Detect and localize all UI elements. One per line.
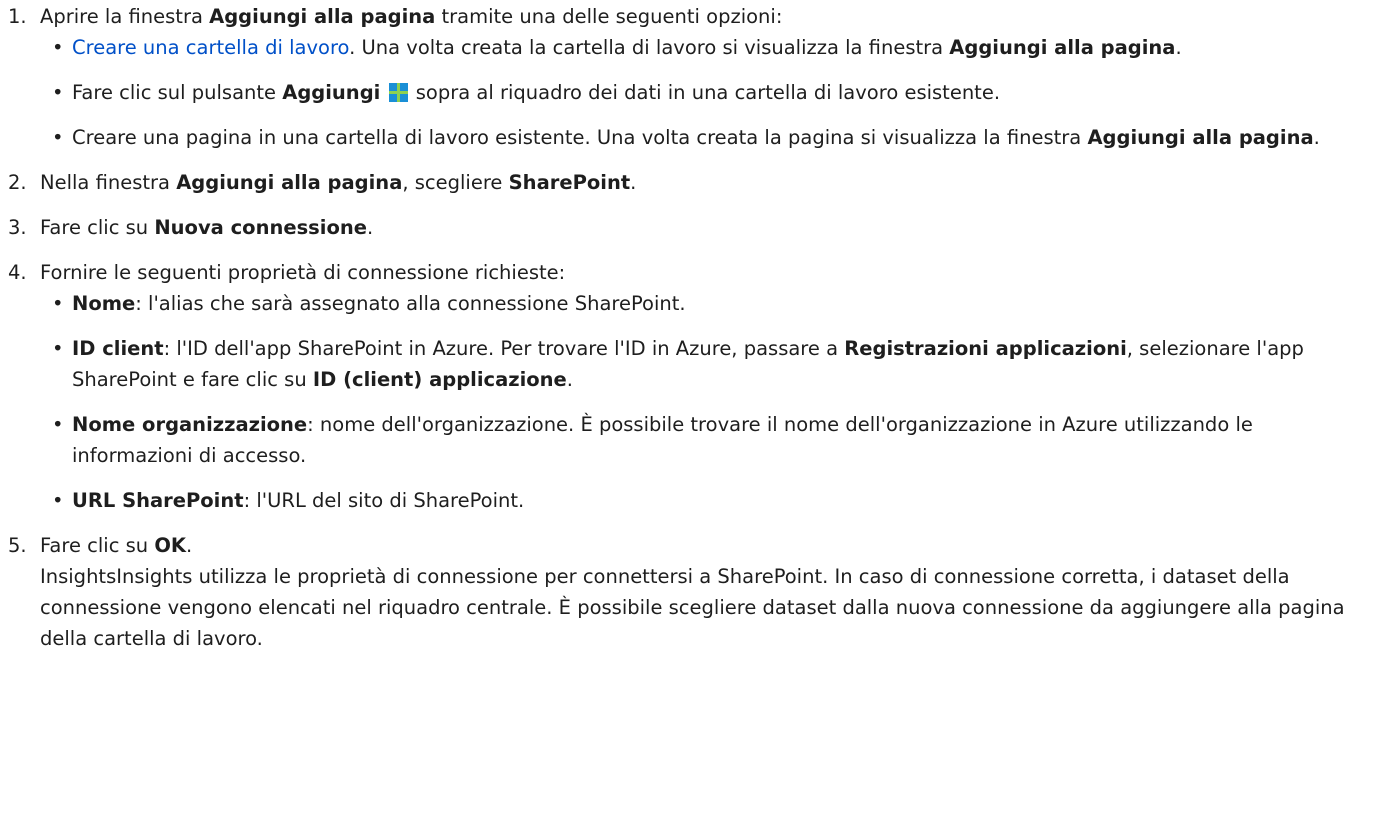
item-bold: Aggiungi	[282, 81, 381, 104]
list-item: • Nome organizzazione: nome dell'organiz…	[40, 409, 1358, 471]
step-4: 4. Fornire le seguenti proprietà di conn…	[8, 257, 1358, 516]
step-3: 3. Fare clic su Nuova connessione.	[8, 212, 1358, 243]
list-item: • Fare clic sul pulsante Aggiungi sopra …	[40, 77, 1358, 108]
step-bold: Aggiungi alla pagina	[176, 171, 403, 194]
item-bold: ID (client) applicazione	[312, 368, 567, 391]
step-number: 1.	[8, 5, 27, 28]
item-bold: Nome	[72, 292, 136, 315]
step-text: Fare clic su	[40, 216, 155, 239]
list-item: • Creare una cartella di lavoro. Una vol…	[40, 32, 1358, 63]
step-2: 2. Nella finestra Aggiungi alla pagina, …	[8, 167, 1358, 198]
bullet: •	[52, 126, 64, 149]
steps-list: 1. Aprire la finestra Aggiungi alla pagi…	[8, 1, 1358, 654]
step-number: 4.	[8, 261, 27, 284]
item-bold: URL SharePoint	[72, 489, 244, 512]
item-bold: Nome organizzazione	[72, 413, 308, 436]
list-item: • Creare una pagina in una cartella di l…	[40, 122, 1358, 153]
step-text: , scegliere	[402, 171, 509, 194]
list-item: • ID client: l'ID dell'app SharePoint in…	[40, 333, 1358, 395]
step-text: .	[630, 171, 637, 194]
result-paragraph: InsightsInsights utilizza le proprietà d…	[40, 565, 1345, 650]
item-bold: Aggiungi alla pagina	[949, 36, 1176, 59]
item-text: Creare una pagina in una cartella di lav…	[72, 126, 1088, 149]
bullet: •	[52, 36, 64, 59]
list-item: • URL SharePoint: l'URL del sito di Shar…	[40, 485, 1358, 516]
item-text: : l'ID dell'app SharePoint in Azure. Per…	[163, 337, 845, 360]
step-bold: SharePoint	[508, 171, 631, 194]
item-text: .	[1313, 126, 1320, 149]
bullet: •	[52, 337, 64, 360]
step-text: .	[366, 216, 374, 239]
step-text: Nella finestra	[40, 171, 177, 194]
property-list: • Nome: l'alias che sarà assegnato alla …	[40, 288, 1358, 516]
step-number: 3.	[8, 216, 27, 239]
step-5: 5. Fare clic su OK. InsightsInsights uti…	[8, 530, 1358, 654]
step-bold: Aggiungi alla pagina	[209, 5, 436, 28]
step-text: tramite una delle seguenti opzioni:	[435, 5, 783, 28]
create-workbook-link[interactable]: Creare una cartella di lavoro	[72, 36, 349, 59]
step-text: .	[186, 534, 193, 557]
document-body: 1. Aprire la finestra Aggiungi alla pagi…	[0, 1, 1358, 654]
step-text: Fare clic su	[40, 534, 155, 557]
bullet: •	[52, 489, 64, 512]
step-text: Aprire la finestra	[40, 5, 210, 28]
step-number: 5.	[8, 534, 27, 557]
item-text: .	[566, 368, 573, 391]
item-text: Fare clic sul pulsante	[72, 81, 283, 104]
bullet: •	[52, 292, 64, 315]
item-text: : l'URL del sito di SharePoint.	[243, 489, 525, 512]
item-bold: Registrazioni applicazioni	[844, 337, 1127, 360]
list-item: • Nome: l'alias che sarà assegnato alla …	[40, 288, 1358, 319]
option-list: • Creare una cartella di lavoro. Una vol…	[40, 32, 1358, 153]
bullet: •	[52, 413, 64, 436]
item-text: sopra al riquadro dei dati in una cartel…	[409, 81, 1001, 104]
step-text: Fornire le seguenti proprietà di conness…	[40, 261, 566, 284]
step-1: 1. Aprire la finestra Aggiungi alla pagi…	[8, 1, 1358, 153]
step-bold: OK	[154, 534, 187, 557]
item-bold: ID client	[72, 337, 164, 360]
step-number: 2.	[8, 171, 27, 194]
item-text: .	[1175, 36, 1182, 59]
item-bold: Aggiungi alla pagina	[1087, 126, 1314, 149]
bullet: •	[52, 81, 64, 104]
plus-icon	[388, 83, 408, 102]
item-text: : l'alias che sarà assegnato alla connes…	[135, 292, 686, 315]
item-text: . Una volta creata la cartella di lavoro…	[349, 36, 950, 59]
step-bold: Nuova connessione	[154, 216, 367, 239]
